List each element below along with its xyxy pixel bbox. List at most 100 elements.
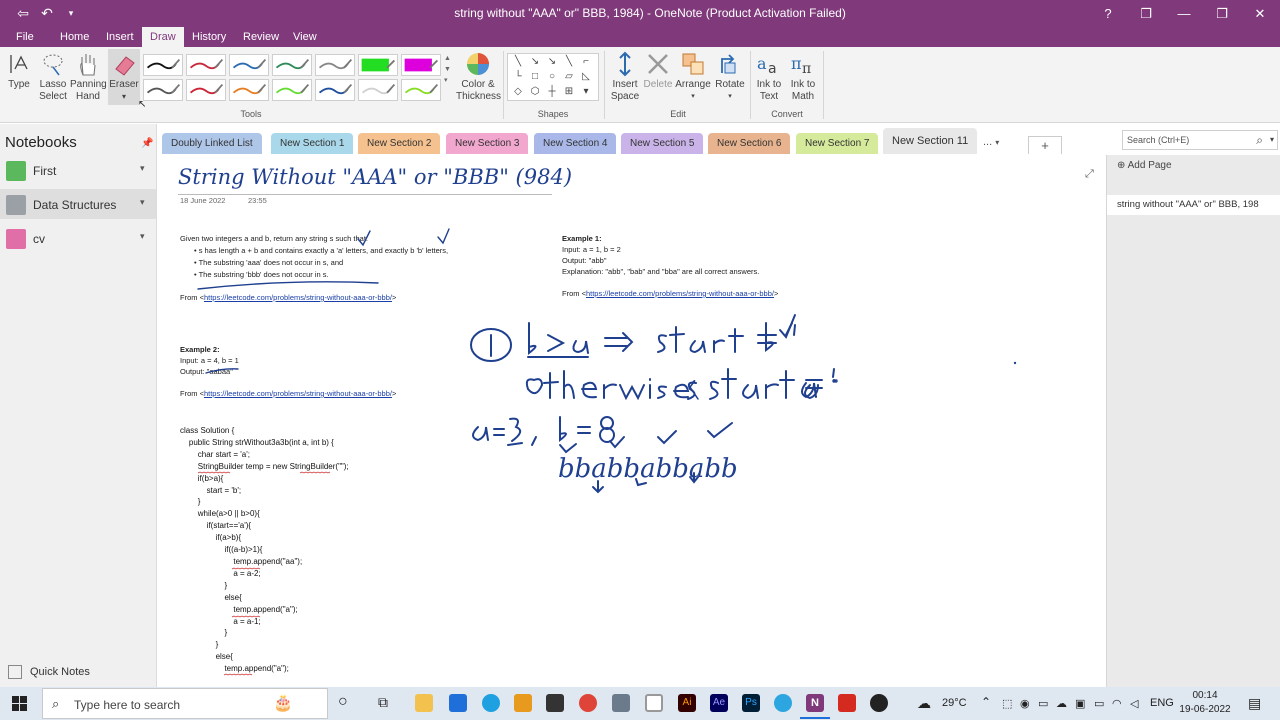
notebook-item-first[interactable]: First ▾ (0, 155, 156, 185)
help-button[interactable]: ? (1089, 0, 1127, 27)
type-button[interactable]: Type (4, 51, 34, 91)
diamond-shape-icon[interactable]: ◇ (510, 86, 526, 98)
eraser-button[interactable]: Eraser ▾ (108, 49, 140, 105)
pen-swatch[interactable] (229, 54, 269, 76)
pen-swatch[interactable] (229, 79, 269, 101)
taskbar-clock[interactable]: 00:14 19-06-2022 (1178, 689, 1232, 717)
pen-swatch[interactable] (272, 54, 312, 76)
pen-gallery-scroll[interactable]: ▲ ▼ ▾ (444, 53, 451, 86)
add-section-button[interactable]: + (1028, 136, 1062, 154)
rotate-dropdown-icon[interactable]: ▾ (712, 91, 748, 103)
onenote-icon[interactable]: N (806, 694, 824, 712)
edge-icon[interactable] (482, 694, 500, 712)
volume-icon[interactable]: ◁ (1130, 697, 1138, 710)
double-arrow-shape-icon[interactable]: ↘ (544, 56, 560, 68)
terminal-icon[interactable] (546, 694, 564, 712)
pen-swatch[interactable] (358, 54, 398, 76)
search-input[interactable]: Search (Ctrl+E) (1127, 135, 1189, 145)
arrow-shape-icon[interactable]: ↘ (527, 56, 543, 68)
cortana-icon[interactable]: ○ (338, 693, 348, 711)
tab-home[interactable]: Home (52, 27, 97, 47)
premiere-icon[interactable]: Ae (710, 694, 728, 712)
onedrive-icon[interactable]: ☁ (1056, 697, 1067, 710)
ink-to-math-button[interactable]: ππ Ink to Math (786, 51, 820, 103)
grid-shape-icon[interactable]: ⊞ (561, 86, 577, 98)
arrange-dropdown-icon[interactable]: ▾ (674, 91, 712, 103)
section-tab[interactable]: New Section 4 (534, 133, 617, 154)
close-button[interactable]: ✕ (1241, 0, 1279, 27)
tab-file[interactable]: File (8, 27, 42, 47)
pen-swatch[interactable] (315, 79, 355, 101)
section-tab[interactable]: New Section 3 (446, 133, 529, 154)
mail-icon[interactable] (449, 694, 467, 712)
tray-icon[interactable]: ⬚ (1002, 697, 1012, 710)
pin-icon[interactable]: 📌 (141, 138, 153, 149)
rectangle-shape-icon[interactable]: □ (527, 71, 543, 83)
section-tab[interactable]: New Section 5 (621, 133, 704, 154)
minimize-button[interactable]: — (1165, 0, 1203, 27)
pen-swatch[interactable] (315, 54, 355, 76)
section-tab-active[interactable]: New Section 11 (883, 128, 978, 154)
task-view-icon[interactable]: ⧉ (378, 694, 388, 711)
parallelogram-shape-icon[interactable]: ▱ (561, 71, 577, 83)
delete-button[interactable]: Delete (642, 51, 674, 91)
restore-button[interactable]: ❐ (1203, 0, 1241, 27)
pen-swatch[interactable] (186, 79, 226, 101)
ink-to-text-button[interactable]: aa Ink to Text (753, 51, 785, 103)
lasso-select-button[interactable]: Lasso Select (36, 51, 70, 103)
axes-shape-icon[interactable]: ┼ (544, 86, 560, 98)
app-icon[interactable] (612, 694, 630, 712)
shape-more-icon[interactable]: ▾ (578, 86, 594, 98)
section-tab[interactable]: Doubly Linked List (162, 133, 262, 154)
weather-icon[interactable]: ☁ (917, 695, 931, 712)
app-icon[interactable] (870, 694, 888, 712)
eraser-dropdown-icon[interactable]: ▾ (108, 91, 140, 103)
telegram-icon[interactable] (774, 694, 792, 712)
app-icon[interactable] (645, 694, 663, 712)
sublime-icon[interactable] (514, 694, 532, 712)
wifi-icon[interactable]: ◠ (1112, 697, 1122, 710)
chevron-down-icon[interactable]: ▾ (140, 231, 145, 242)
chevron-up-icon[interactable]: ⌃ (981, 695, 991, 709)
chrome-icon[interactable] (579, 694, 597, 712)
quick-notes-button[interactable]: Quick Notes (8, 665, 90, 679)
axis2-shape-icon[interactable]: └ (510, 71, 526, 83)
pen-swatch[interactable] (186, 54, 226, 76)
section-tab[interactable]: New Section 2 (358, 133, 441, 154)
temperature-label[interactable]: 29°C (942, 697, 967, 709)
tab-view[interactable]: View (285, 27, 325, 47)
tray-icon[interactable]: ▣ (1075, 697, 1085, 710)
chevron-down-icon[interactable]: ▾ (140, 197, 145, 208)
section-tab[interactable]: New Section 7 (796, 133, 879, 154)
taskbar-search[interactable]: ⌕ Type here to search 🎂 (42, 688, 328, 719)
illustrator-icon[interactable]: Ai (678, 694, 696, 712)
search-box[interactable]: Search (Ctrl+E) ⌕ ▾ (1122, 130, 1278, 150)
line2-shape-icon[interactable]: ╲ (561, 56, 577, 68)
pen-swatch[interactable] (272, 79, 312, 101)
photoshop-icon[interactable]: Ps (742, 694, 760, 712)
chevron-down-icon[interactable]: ▾ (140, 163, 145, 174)
battery-icon[interactable]: ▭ (1094, 697, 1104, 710)
line-shape-icon[interactable]: ╲ (510, 56, 526, 68)
page-canvas[interactable]: ⤢ String Without "AAA" or "BBB" (984) 18… (158, 155, 1105, 687)
tab-history[interactable]: History (184, 27, 234, 47)
section-tab[interactable]: New Section 6 (708, 133, 791, 154)
pen-swatch[interactable] (358, 79, 398, 101)
windows-start-icon[interactable] (12, 696, 27, 711)
search-scope-dropdown-icon[interactable]: ▾ (1270, 135, 1274, 144)
add-page-button[interactable]: ⊕ Add Page (1117, 160, 1172, 171)
tray-icon[interactable]: ◉ (1020, 697, 1030, 710)
back-icon[interactable]: ⇦ (14, 4, 32, 22)
tab-draw[interactable]: Draw (142, 27, 184, 47)
insert-space-button[interactable]: Insert Space (607, 51, 643, 103)
color-thickness-button[interactable]: Color & Thickness (456, 51, 501, 103)
page-list-item[interactable]: string without "AAA" or" BBB, 198 (1107, 195, 1280, 215)
shapes-gallery[interactable]: ╲ ↘ ↘ ╲ ⌐ └ □ ○ ▱ ◺ ◇ ⬡ ┼ ⊞ ▾ (507, 53, 599, 101)
triangle-shape-icon[interactable]: ◺ (578, 71, 594, 83)
notebook-item-data-structures[interactable]: Data Structures ▾ (0, 189, 156, 219)
undo-icon[interactable]: ↶ (38, 4, 56, 22)
pen-swatch[interactable] (143, 54, 183, 76)
cube-shape-icon[interactable]: ⬡ (527, 86, 543, 98)
notifications-icon[interactable]: ▤ (1248, 695, 1261, 712)
tray-icon[interactable]: ▭ (1038, 697, 1048, 710)
